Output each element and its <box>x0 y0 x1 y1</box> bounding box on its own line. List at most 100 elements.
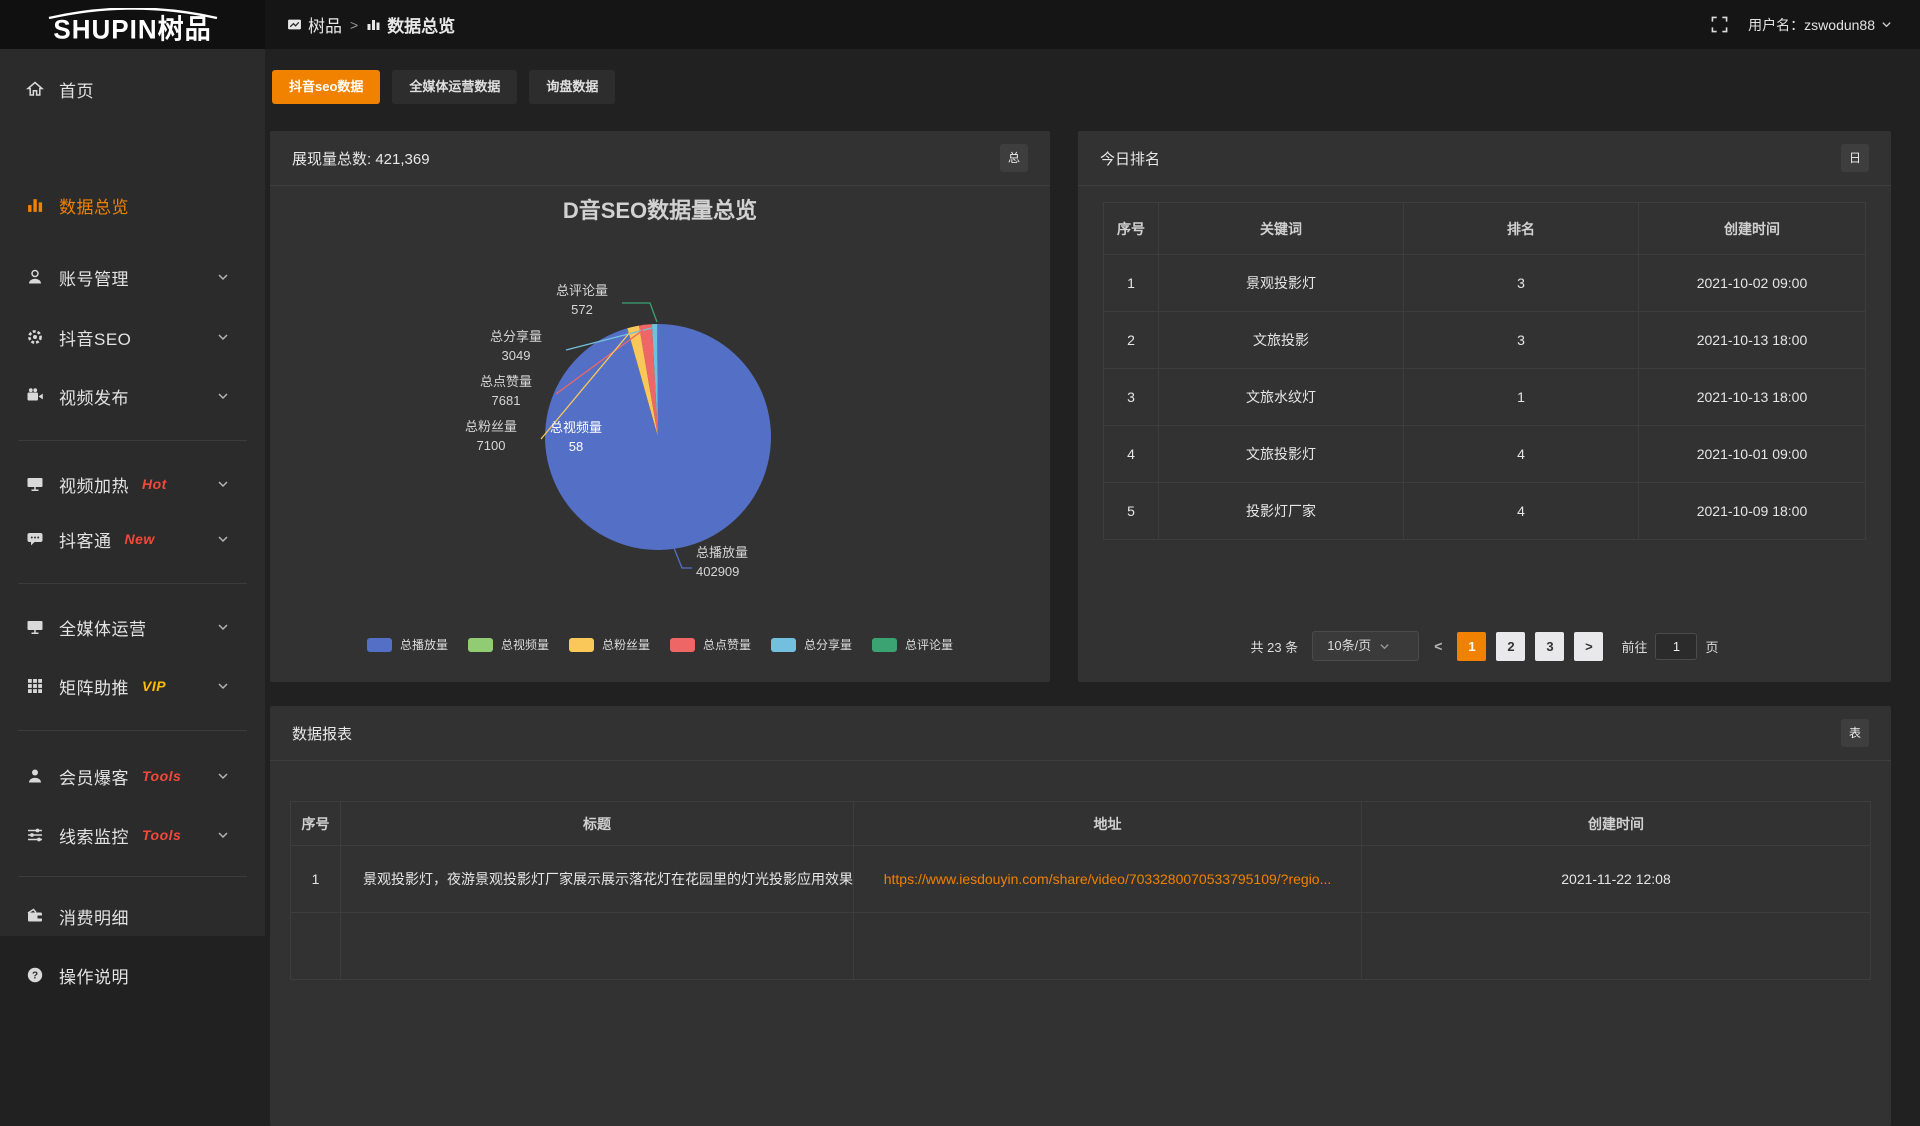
sidebar-item-video-heat[interactable]: 视频加热 Hot <box>0 459 265 509</box>
report-card-title: 数据报表 <box>292 723 352 744</box>
sidebar-item-douketong[interactable]: 抖客通 New <box>0 514 265 564</box>
video-link[interactable]: https://www.iesdouyin.com/share/video/70… <box>884 871 1332 887</box>
sidebar-item-label: 视频发布 <box>59 384 129 409</box>
goto-page-input[interactable] <box>1655 633 1697 660</box>
page-button-3[interactable]: 3 <box>1535 632 1564 661</box>
pie-label-likes: 总点赞量7681 <box>460 372 552 410</box>
goto-label: 前往 <box>1621 637 1647 656</box>
sidebar-item-video-publish[interactable]: 视频发布 <box>0 371 265 421</box>
page-button-1[interactable]: 1 <box>1457 632 1486 661</box>
breadcrumb-root[interactable]: 树品 <box>287 12 342 37</box>
user-icon <box>26 767 44 785</box>
pagination-total: 共 23 条 <box>1251 637 1299 656</box>
table-cell: 2021-10-02 09:00 <box>1639 255 1866 312</box>
table-cell: 3 <box>1404 312 1639 369</box>
sidebar: 首页 数据总览 账号管理 抖音SEO 视频发布 视频加热 Hot 抖客通 New… <box>0 49 265 936</box>
sidebar-item-consumption-detail[interactable]: 消费明细 <box>0 891 265 941</box>
legend-swatch <box>569 638 594 652</box>
page-unit-label: 页 <box>1705 637 1718 656</box>
sidebar-item-account-management[interactable]: 账号管理 <box>0 252 265 302</box>
sliders-icon <box>26 826 44 844</box>
sidebar-item-data-overview[interactable]: 数据总览 <box>0 180 265 230</box>
sidebar-divider <box>18 730 247 731</box>
breadcrumb-current[interactable]: 数据总览 <box>366 12 455 37</box>
monitor-icon <box>26 618 44 636</box>
user-menu[interactable]: 用户名：zswodun88 <box>1748 15 1892 35</box>
chevron-down-icon <box>217 331 229 343</box>
table-cell <box>291 913 341 980</box>
pie-label-videos: 总视频量58 <box>532 418 620 456</box>
table-cell: 景观投影灯 <box>1159 255 1404 312</box>
pie-label-fans: 总粉丝量7100 <box>445 417 537 455</box>
table-cell: 4 <box>1104 426 1159 483</box>
app-logo[interactable]: SHUPIN树品 <box>0 0 265 49</box>
pie-label-shares: 总分享量3049 <box>470 327 562 365</box>
legend-item[interactable]: 总分享量 <box>771 636 852 653</box>
tab-media-operation-data[interactable]: 全媒体运营数据 <box>392 70 517 104</box>
table-badge[interactable]: 表 <box>1841 719 1869 747</box>
data-tabs: 抖音seo数据 全媒体运营数据 询盘数据 <box>272 70 615 104</box>
tools-badge: Tools <box>142 768 181 784</box>
table-cell: 1 <box>1404 369 1639 426</box>
table-cell: 3 <box>1104 369 1159 426</box>
chevron-down-icon <box>217 478 229 490</box>
table-row: 1景观投影灯32021-10-02 09:00 <box>1104 255 1866 312</box>
chevron-down-icon <box>217 621 229 633</box>
monitor-icon <box>26 475 44 493</box>
sidebar-divider <box>18 876 247 877</box>
legend-label: 总粉丝量 <box>602 636 650 653</box>
wallet-icon <box>26 907 44 925</box>
sidebar-item-douyin-seo[interactable]: 抖音SEO <box>0 312 265 362</box>
table-cell: 5 <box>1104 483 1159 540</box>
topbar-right: 用户名：zswodun88 <box>1711 0 1892 49</box>
chevron-down-icon <box>1881 19 1892 30</box>
ranking-card-header: 今日排名 日 <box>1078 131 1891 186</box>
sidebar-item-label: 抖音SEO <box>59 325 131 350</box>
table-cell: 2021-10-13 18:00 <box>1639 312 1866 369</box>
ranking-card-title: 今日排名 <box>1100 148 1160 169</box>
legend-label: 总评论量 <box>905 636 953 653</box>
breadcrumb-root-label: 树品 <box>308 12 342 37</box>
prev-page-button[interactable]: < <box>1429 638 1447 654</box>
vip-badge: VIP <box>142 678 166 694</box>
column-header: 标题 <box>341 802 854 846</box>
sidebar-divider <box>18 440 247 441</box>
legend-swatch <box>771 638 796 652</box>
ranking-card: 今日排名 日 序号 关键词 排名 创建时间 1景观投影灯32021-10-02 … <box>1078 131 1891 682</box>
sidebar-item-media-operation[interactable]: 全媒体运营 <box>0 602 265 652</box>
grid-icon <box>26 677 44 695</box>
column-header: 序号 <box>1104 203 1159 255</box>
bar-chart-icon <box>26 196 44 214</box>
tab-inquiry-data[interactable]: 询盘数据 <box>529 70 615 104</box>
legend-item[interactable]: 总播放量 <box>367 636 448 653</box>
logo-text: SHUPIN树品 <box>53 17 211 42</box>
legend-item[interactable]: 总视频量 <box>468 636 549 653</box>
sidebar-item-lead-monitor[interactable]: 线索监控 Tools <box>0 810 265 860</box>
column-header: 排名 <box>1404 203 1639 255</box>
pie-legend: 总播放量 总视频量 总粉丝量 总点赞量 总分享量 总评论量 <box>270 636 1050 653</box>
sidebar-item-label: 线索监控 <box>59 823 129 848</box>
table-cell: 投影灯厂家 <box>1159 483 1404 540</box>
sidebar-item-member-baoke[interactable]: 会员爆客 Tools <box>0 751 265 801</box>
sidebar-item-home[interactable]: 首页 <box>0 64 265 114</box>
sidebar-item-operation-guide[interactable]: ? 操作说明 <box>0 950 265 1000</box>
home-icon <box>26 80 44 98</box>
day-badge[interactable]: 日 <box>1841 144 1869 172</box>
bar-chart-icon <box>366 17 381 32</box>
chat-icon <box>26 530 44 548</box>
table-cell <box>854 913 1362 980</box>
chevron-down-icon <box>217 271 229 283</box>
topbar: SHUPIN树品 树品 > 数据总览 用户名：zswodun88 <box>0 0 1920 49</box>
tab-douyin-seo-data[interactable]: 抖音seo数据 <box>272 70 380 104</box>
column-header: 创建时间 <box>1362 802 1871 846</box>
page-button-2[interactable]: 2 <box>1496 632 1525 661</box>
sidebar-item-matrix-boost[interactable]: 矩阵助推 VIP <box>0 661 265 711</box>
page-size-value: 10条/页 <box>1327 632 1371 660</box>
fullscreen-icon[interactable] <box>1711 16 1728 33</box>
legend-item[interactable]: 总粉丝量 <box>569 636 650 653</box>
page-size-select[interactable]: 10条/页 <box>1312 631 1419 661</box>
legend-item[interactable]: 总点赞量 <box>670 636 751 653</box>
next-page-button[interactable]: > <box>1574 632 1603 661</box>
legend-item[interactable]: 总评论量 <box>872 636 953 653</box>
table-cell: 1 <box>1104 255 1159 312</box>
